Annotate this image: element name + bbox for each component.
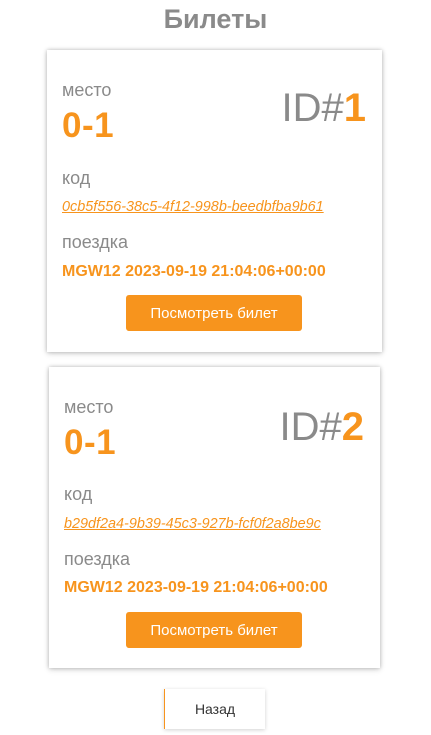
ticket-id: ID#2 xyxy=(280,405,365,450)
ticket-code-link[interactable]: b29df2a4-9b39-45c3-927b-fcf0f2a8be9c xyxy=(64,516,321,532)
ticket-card: место 0-1 ID#1 код 0cb5f556-38c5-4f12-99… xyxy=(47,50,382,352)
back-button[interactable]: Назад xyxy=(164,689,265,729)
ticket-code-link[interactable]: 0cb5f556-38c5-4f12-998b-beedbfba9b61 xyxy=(62,199,324,215)
ticket-id-prefix: ID# xyxy=(279,405,342,449)
trip-value: MGW12 2023-09-19 21:04:06+00:00 xyxy=(62,263,326,280)
seat-value: 0-1 xyxy=(64,423,117,462)
seat-value: 0-1 xyxy=(62,106,115,145)
trip-label: поездка xyxy=(62,232,129,252)
page-title: Билеты xyxy=(163,4,268,34)
code-label: код xyxy=(62,168,91,188)
trip-label: поездка xyxy=(64,549,131,569)
view-ticket-button[interactable]: Посмотреть билет xyxy=(126,295,302,331)
ticket-id-number: 1 xyxy=(343,86,366,130)
ticket-card: место 0-1 ID#2 код b29df2a4-9b39-45c3-92… xyxy=(49,367,380,668)
trip-value: MGW12 2023-09-19 21:04:06+00:00 xyxy=(64,579,328,596)
ticket-id-prefix: ID# xyxy=(281,86,344,130)
ticket-id-number: 2 xyxy=(341,405,364,449)
seat-label: место xyxy=(64,397,114,417)
ticket-id: ID#1 xyxy=(282,86,367,131)
seat-label: место xyxy=(62,80,112,100)
view-ticket-button[interactable]: Посмотреть билет xyxy=(126,612,302,648)
code-label: код xyxy=(64,484,93,504)
